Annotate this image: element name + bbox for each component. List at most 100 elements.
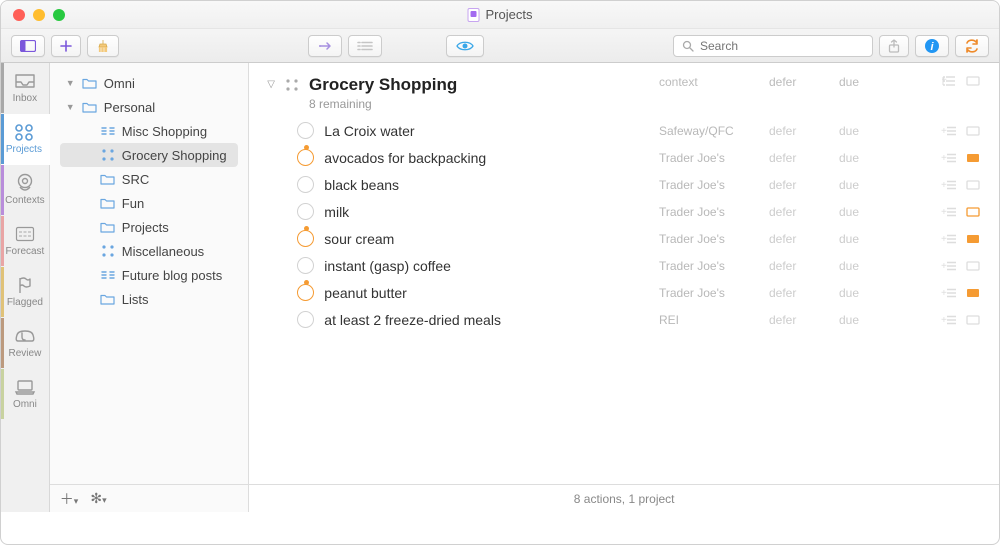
- task-flag-icon[interactable]: [965, 314, 981, 326]
- task-context: REI: [659, 313, 759, 327]
- task-note-icon[interactable]: +: [941, 125, 957, 137]
- task-row[interactable]: sour creamTrader Joe'sdeferdue+: [249, 225, 999, 252]
- inbox-icon: [14, 72, 36, 90]
- column-actions: +: [909, 75, 981, 87]
- svg-text:+: +: [941, 288, 947, 299]
- sidebar-row[interactable]: Misc Shopping: [60, 119, 239, 143]
- rail-projects[interactable]: Projects: [1, 114, 50, 165]
- sidebar-row-label: Fun: [122, 196, 144, 211]
- rail-contexts[interactable]: Contexts: [1, 165, 49, 216]
- rail-review[interactable]: Review: [1, 318, 49, 369]
- sidebar-row[interactable]: ▼Personal: [60, 95, 239, 119]
- task-checkbox[interactable]: [297, 311, 314, 328]
- note-icon[interactable]: +: [941, 75, 957, 87]
- status-text: 8 actions, 1 project: [574, 492, 675, 506]
- sidebar-row[interactable]: Fun: [60, 191, 239, 215]
- task-note-icon[interactable]: +: [941, 260, 957, 272]
- info-button[interactable]: i: [915, 35, 949, 57]
- task-context: Trader Joe's: [659, 259, 759, 273]
- contexts-icon: [14, 174, 36, 192]
- sidebar-row[interactable]: Lists: [60, 287, 239, 311]
- task-row[interactable]: peanut butterTrader Joe'sdeferdue+: [249, 279, 999, 306]
- sidebar-row[interactable]: Projects: [60, 215, 239, 239]
- sync-button[interactable]: [955, 35, 989, 57]
- task-checkbox[interactable]: [297, 122, 314, 139]
- task-note-icon[interactable]: +: [941, 206, 957, 218]
- task-flag-icon[interactable]: [965, 206, 981, 218]
- window-minimize-button[interactable]: [33, 9, 45, 21]
- share-button[interactable]: [879, 35, 909, 57]
- project-title: Grocery Shopping: [309, 75, 649, 95]
- sidebar-row[interactable]: Future blog posts: [60, 263, 239, 287]
- toggle-sidebar-button[interactable]: [11, 35, 45, 57]
- add-menu-button[interactable]: ＋▾: [60, 489, 79, 509]
- parallel-project-icon: [100, 123, 116, 139]
- add-button[interactable]: [51, 35, 81, 57]
- task-defer: defer: [769, 313, 829, 327]
- task-context: Trader Joe's: [659, 286, 759, 300]
- sidebar-row[interactable]: Grocery Shopping: [60, 143, 239, 167]
- window-zoom-button[interactable]: [53, 9, 65, 21]
- sidebar-row[interactable]: Miscellaneous: [60, 239, 239, 263]
- rail-label: Contexts: [5, 195, 44, 206]
- sidebar-row-label: Misc Shopping: [122, 124, 207, 139]
- task-note-icon[interactable]: +: [941, 233, 957, 245]
- list-view-button[interactable]: [348, 35, 382, 57]
- folder-icon: [82, 99, 98, 115]
- cleanup-button[interactable]: [87, 35, 119, 57]
- task-flag-icon[interactable]: [965, 287, 981, 299]
- task-note-icon[interactable]: +: [941, 287, 957, 299]
- task-due: due: [839, 259, 899, 273]
- parallel-dots-icon: [100, 147, 116, 163]
- task-flag-icon[interactable]: [965, 179, 981, 191]
- window-close-button[interactable]: [13, 9, 25, 21]
- task-note-icon[interactable]: +: [941, 314, 957, 326]
- rail-forecast[interactable]: Forecast: [1, 216, 49, 267]
- titlebar: Projects: [1, 1, 999, 29]
- task-row[interactable]: instant (gasp) coffeeTrader Joe'sdeferdu…: [249, 252, 999, 279]
- task-due: due: [839, 178, 899, 192]
- task-checkbox[interactable]: [297, 149, 314, 166]
- flagged-icon: [14, 276, 36, 294]
- task-note-icon[interactable]: +: [941, 152, 957, 164]
- task-checkbox[interactable]: [297, 203, 314, 220]
- task-title: at least 2 freeze-dried meals: [324, 312, 649, 328]
- task-row[interactable]: black beansTrader Joe'sdeferdue+: [249, 171, 999, 198]
- sidebar-row[interactable]: ▼Omni: [60, 71, 239, 95]
- task-row[interactable]: avocados for backpackingTrader Joe'sdefe…: [249, 144, 999, 171]
- content-area: ▽ Grocery Shopping 8 remaining context d…: [249, 63, 999, 512]
- view-options-button[interactable]: [446, 35, 484, 57]
- task-note-icon[interactable]: +: [941, 179, 957, 191]
- task-checkbox[interactable]: [297, 284, 314, 301]
- rail-omni[interactable]: Omni: [1, 369, 49, 420]
- collapse-icon[interactable]: ▽: [267, 75, 275, 90]
- task-title: avocados for backpacking: [324, 150, 649, 166]
- task-row[interactable]: at least 2 freeze-dried mealsREIdeferdue…: [249, 306, 999, 333]
- quick-entry-button[interactable]: [308, 35, 342, 57]
- task-row[interactable]: La Croix waterSafeway/QFCdeferdue+: [249, 117, 999, 144]
- task-defer: defer: [769, 151, 829, 165]
- sidebar-row[interactable]: SRC: [60, 167, 239, 191]
- task-flag-icon[interactable]: [965, 152, 981, 164]
- toolbar: i: [1, 29, 999, 63]
- task-flag-icon[interactable]: [965, 233, 981, 245]
- task-row[interactable]: milkTrader Joe'sdeferdue+: [249, 198, 999, 225]
- task-list: La Croix waterSafeway/QFCdeferdue+avocad…: [249, 117, 999, 484]
- sidebar-row-label: Future blog posts: [122, 268, 222, 283]
- task-context: Trader Joe's: [659, 178, 759, 192]
- action-menu-button[interactable]: ✻▾: [90, 490, 106, 507]
- search-field[interactable]: [673, 35, 873, 57]
- attach-icon[interactable]: [965, 75, 981, 87]
- rail-inbox[interactable]: Inbox: [1, 63, 49, 114]
- task-flag-icon[interactable]: [965, 260, 981, 272]
- search-input[interactable]: [700, 39, 864, 53]
- search-icon: [682, 40, 694, 52]
- task-checkbox[interactable]: [297, 176, 314, 193]
- sidebar-tree: ▼Omni▼Personal Misc Shopping Grocery Shopp…: [50, 63, 249, 484]
- rail-flagged[interactable]: Flagged: [1, 267, 49, 318]
- task-flag-icon[interactable]: [965, 125, 981, 137]
- task-checkbox[interactable]: [297, 257, 314, 274]
- task-defer: defer: [769, 259, 829, 273]
- column-defer: defer: [769, 75, 829, 89]
- task-checkbox[interactable]: [297, 230, 314, 247]
